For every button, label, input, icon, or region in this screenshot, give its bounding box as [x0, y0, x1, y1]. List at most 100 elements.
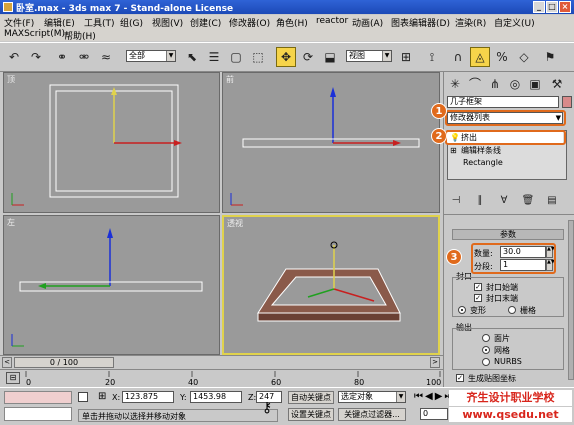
motion-tab-icon[interactable]: ◎: [506, 74, 524, 91]
morph-radio[interactable]: [458, 306, 466, 314]
select-by-name-icon[interactable]: ☰: [204, 47, 224, 67]
configure-sets-icon[interactable]: ▤: [544, 194, 560, 208]
key-icon: ⚷: [262, 400, 273, 416]
hierarchy-tab-icon[interactable]: ⋔: [486, 74, 504, 91]
close-button[interactable]: ×: [559, 1, 571, 13]
remove-modifier-icon[interactable]: 🗑: [520, 194, 536, 208]
select-and-scale-icon[interactable]: ⬓: [320, 47, 340, 67]
gen-mapping-checkbox[interactable]: ✓: [456, 374, 464, 382]
tick-80: 80: [354, 378, 365, 387]
viewport-left[interactable]: 左: [3, 215, 220, 355]
cap-end-checkbox[interactable]: ✓: [474, 294, 482, 302]
watermark-url: www.qsedu.net: [449, 407, 572, 422]
select-and-rotate-icon[interactable]: ⟳: [298, 47, 318, 67]
mesh-radio[interactable]: [482, 346, 490, 354]
mesh-label: 网格: [494, 346, 510, 355]
unlink-icon[interactable]: ⚮: [74, 47, 94, 67]
panel-scrollbar[interactable]: [568, 220, 574, 380]
track-ruler: [25, 371, 441, 377]
current-frame-input[interactable]: 0: [420, 408, 448, 420]
pin-stack-icon[interactable]: ⊣: [448, 194, 464, 208]
menu-maxscript[interactable]: MAXScript(M): [4, 29, 65, 39]
tick-0: 0: [26, 378, 32, 387]
time-slider-handle[interactable]: 0 / 100: [14, 357, 114, 368]
x-coord-input[interactable]: 123.875: [122, 391, 174, 403]
highlight-parameters: [471, 243, 556, 274]
snap-toggle-icon[interactable]: ∩: [448, 47, 468, 67]
object-name-field[interactable]: 几子框架: [447, 96, 559, 108]
object-color-swatch[interactable]: [562, 96, 572, 108]
stack-item-rectangle[interactable]: Rectangle: [447, 157, 563, 168]
window-title: 卧室.max - 3ds max 7 - Stand-alone License: [16, 4, 234, 14]
app-icon: [3, 2, 13, 12]
selection-filter-select[interactable]: 全部 ▼: [126, 50, 176, 62]
display-tab-icon[interactable]: ▣: [526, 74, 544, 91]
select-object-icon[interactable]: ⬉: [182, 47, 202, 67]
stack-item-edit-spline[interactable]: ⊞ 编辑样条线: [447, 145, 563, 156]
prompt-line: 单击并拖动以选择并移动对象: [78, 409, 278, 422]
maximize-button[interactable]: □: [546, 1, 558, 13]
modify-tab-icon[interactable]: ⌒: [466, 74, 484, 91]
left-view-scene: [11, 228, 203, 347]
callout-badge-3: 3: [446, 249, 462, 265]
next-frame-icon[interactable]: >: [430, 357, 440, 368]
viewport-front[interactable]: 前: [222, 72, 440, 213]
reference-coordinate-select[interactable]: 视图 ▼: [346, 50, 392, 62]
maxscript-listener[interactable]: [4, 391, 72, 404]
chevron-down-icon: ▼: [382, 51, 391, 61]
nurbs-label: NURBS: [494, 357, 522, 366]
viewport-top[interactable]: 顶: [3, 72, 220, 213]
patch-radio[interactable]: [482, 334, 490, 342]
callout-badge-1: 1: [431, 103, 447, 119]
rect-selection-icon[interactable]: ▢: [226, 47, 246, 67]
key-filters-button[interactable]: 关键点过滤器...: [338, 408, 406, 421]
show-end-result-icon[interactable]: ∥: [472, 194, 488, 208]
create-tab-icon[interactable]: ✳: [446, 74, 464, 91]
named-selection-icon[interactable]: ⚑: [540, 47, 560, 67]
pivot-center-icon[interactable]: ⊞: [396, 47, 416, 67]
gen-mapping-label: 生成贴图坐标: [468, 374, 516, 383]
tick-100: 100: [426, 378, 442, 387]
time-slider[interactable]: < 0 / 100 >: [0, 355, 443, 369]
make-unique-icon[interactable]: ∀: [496, 194, 512, 208]
viewport-perspective[interactable]: 透视: [222, 215, 440, 355]
redo-icon[interactable]: ↷: [26, 47, 46, 67]
y-coord-input[interactable]: 1453.98: [190, 391, 242, 403]
watermark: 齐生设计职业学校 www.qsedu.net: [447, 388, 574, 425]
utilities-tab-icon[interactable]: ⚒: [548, 74, 566, 91]
highlight-modifier-list: [445, 110, 566, 126]
parameters-rollout-title[interactable]: 参数: [452, 229, 564, 240]
z-coord-label: Z:: [248, 393, 257, 402]
absolute-mode-icon[interactable]: ⊞: [98, 391, 106, 402]
selection-lock-icon[interactable]: [78, 392, 88, 402]
cap-start-checkbox[interactable]: ✓: [474, 283, 482, 291]
prev-frame-icon[interactable]: <: [2, 357, 12, 368]
nurbs-radio[interactable]: [482, 358, 490, 366]
link-icon[interactable]: ⚭: [52, 47, 72, 67]
tick-40: 40: [188, 378, 199, 387]
menu-help[interactable]: 帮助(H): [64, 29, 96, 42]
undo-icon[interactable]: ↶: [4, 47, 24, 67]
key-mode-select[interactable]: 选定对象 ▼: [338, 391, 406, 403]
set-key-button[interactable]: 设置关键点: [288, 408, 334, 421]
spinner-snap-icon[interactable]: ◇: [514, 47, 534, 67]
grid-radio[interactable]: [508, 306, 516, 314]
track-bar[interactable]: ⊟ 0 20 40 60 80 100: [0, 369, 443, 387]
callout-badge-2: 2: [431, 128, 447, 144]
cap-end-label: 封口末端: [486, 294, 518, 303]
select-and-move-icon[interactable]: ✥: [276, 47, 296, 67]
perspective-view-scene: [257, 241, 401, 322]
angle-snap-icon[interactable]: ◬: [470, 47, 490, 67]
menu-reactor[interactable]: reactor: [316, 16, 348, 26]
minimize-button[interactable]: _: [533, 1, 545, 13]
maxscript-mini-input[interactable]: [4, 407, 72, 421]
morph-label: 变形: [470, 306, 486, 315]
auto-key-button[interactable]: 自动关键点: [288, 391, 334, 404]
y-coord-label: Y:: [180, 393, 187, 402]
bind-space-warp-icon[interactable]: ≈: [96, 47, 116, 67]
percent-snap-icon[interactable]: %: [492, 47, 512, 67]
select-manipulate-icon[interactable]: ⟟: [422, 47, 442, 67]
command-panel: ✳ ⌒ ⋔ ◎ ▣ ⚒ 几子框架 修改器列表 ▼ 1 💡 挤出 2 ⊞ 编辑样条…: [431, 72, 574, 388]
menu-bar: 文件(F) 编辑(E) 工具(T) 组(G) 视图(V) 创建(C) 修改器(O…: [0, 15, 574, 29]
window-crossing-icon[interactable]: ⬚: [248, 47, 268, 67]
